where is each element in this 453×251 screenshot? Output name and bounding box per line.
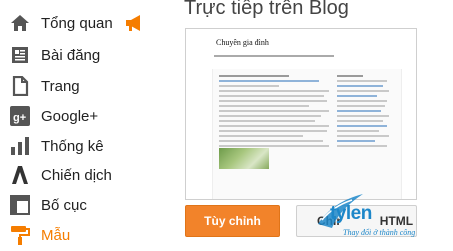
sidebar-item-label: Mẫu [41,226,71,244]
preview-blog-description [214,55,334,60]
sidebar-item-label: Thống kê [41,137,104,155]
megaphone-icon [126,15,140,31]
sidebar-item-google-plus[interactable]: g+ Google+ [0,101,170,131]
sidebar-item-posts[interactable]: Bài đăng [0,40,170,70]
blog-preview[interactable]: Chuyên gia đình [185,28,417,200]
sidebar-item-layout[interactable]: Bố cục [0,190,170,220]
paint-roller-icon [11,226,30,245]
campaign-icon [12,166,28,184]
layout-icon [10,195,30,215]
sidebar-item-template[interactable]: Mẫu [0,220,170,250]
watermark-brand: tylen [330,203,372,224]
sidebar-item-label: Google+ [41,107,99,125]
customize-button[interactable]: Tùy chỉnh [185,205,280,237]
preview-sidebar-lines [337,75,391,150]
home-icon [11,15,29,31]
posts-icon [12,47,28,63]
preview-post-lines [219,75,329,150]
page-title: Trực tiếp trên Blog [184,0,349,19]
sidebar-item-campaigns[interactable]: Chiến dịch [0,160,170,190]
sidebar-item-pages[interactable]: Trang [0,71,170,101]
preview-blog-title: Chuyên gia đình [216,38,269,47]
sidebar: Tổng quan Bài đăng Trang g+ Google+ Thốn… [0,0,175,251]
preview-post-image [219,148,269,169]
sidebar-item-label: Trang [41,77,80,95]
pages-icon [12,76,29,96]
preview-content-area [212,69,402,199]
watermark-tagline: Thay đổi ở thành công [343,228,416,237]
sidebar-item-overview[interactable]: Tổng quan [0,8,170,38]
google-plus-icon: g+ [10,106,30,126]
sidebar-item-label: Tổng quan [41,14,113,32]
sidebar-item-stats[interactable]: Thống kê [0,131,170,161]
sidebar-item-label: Bố cục [41,196,87,214]
svg-text:g+: g+ [13,112,26,124]
sidebar-item-label: Bài đăng [41,46,101,64]
stats-icon [11,137,29,155]
sidebar-item-label: Chiến dịch [41,166,112,184]
